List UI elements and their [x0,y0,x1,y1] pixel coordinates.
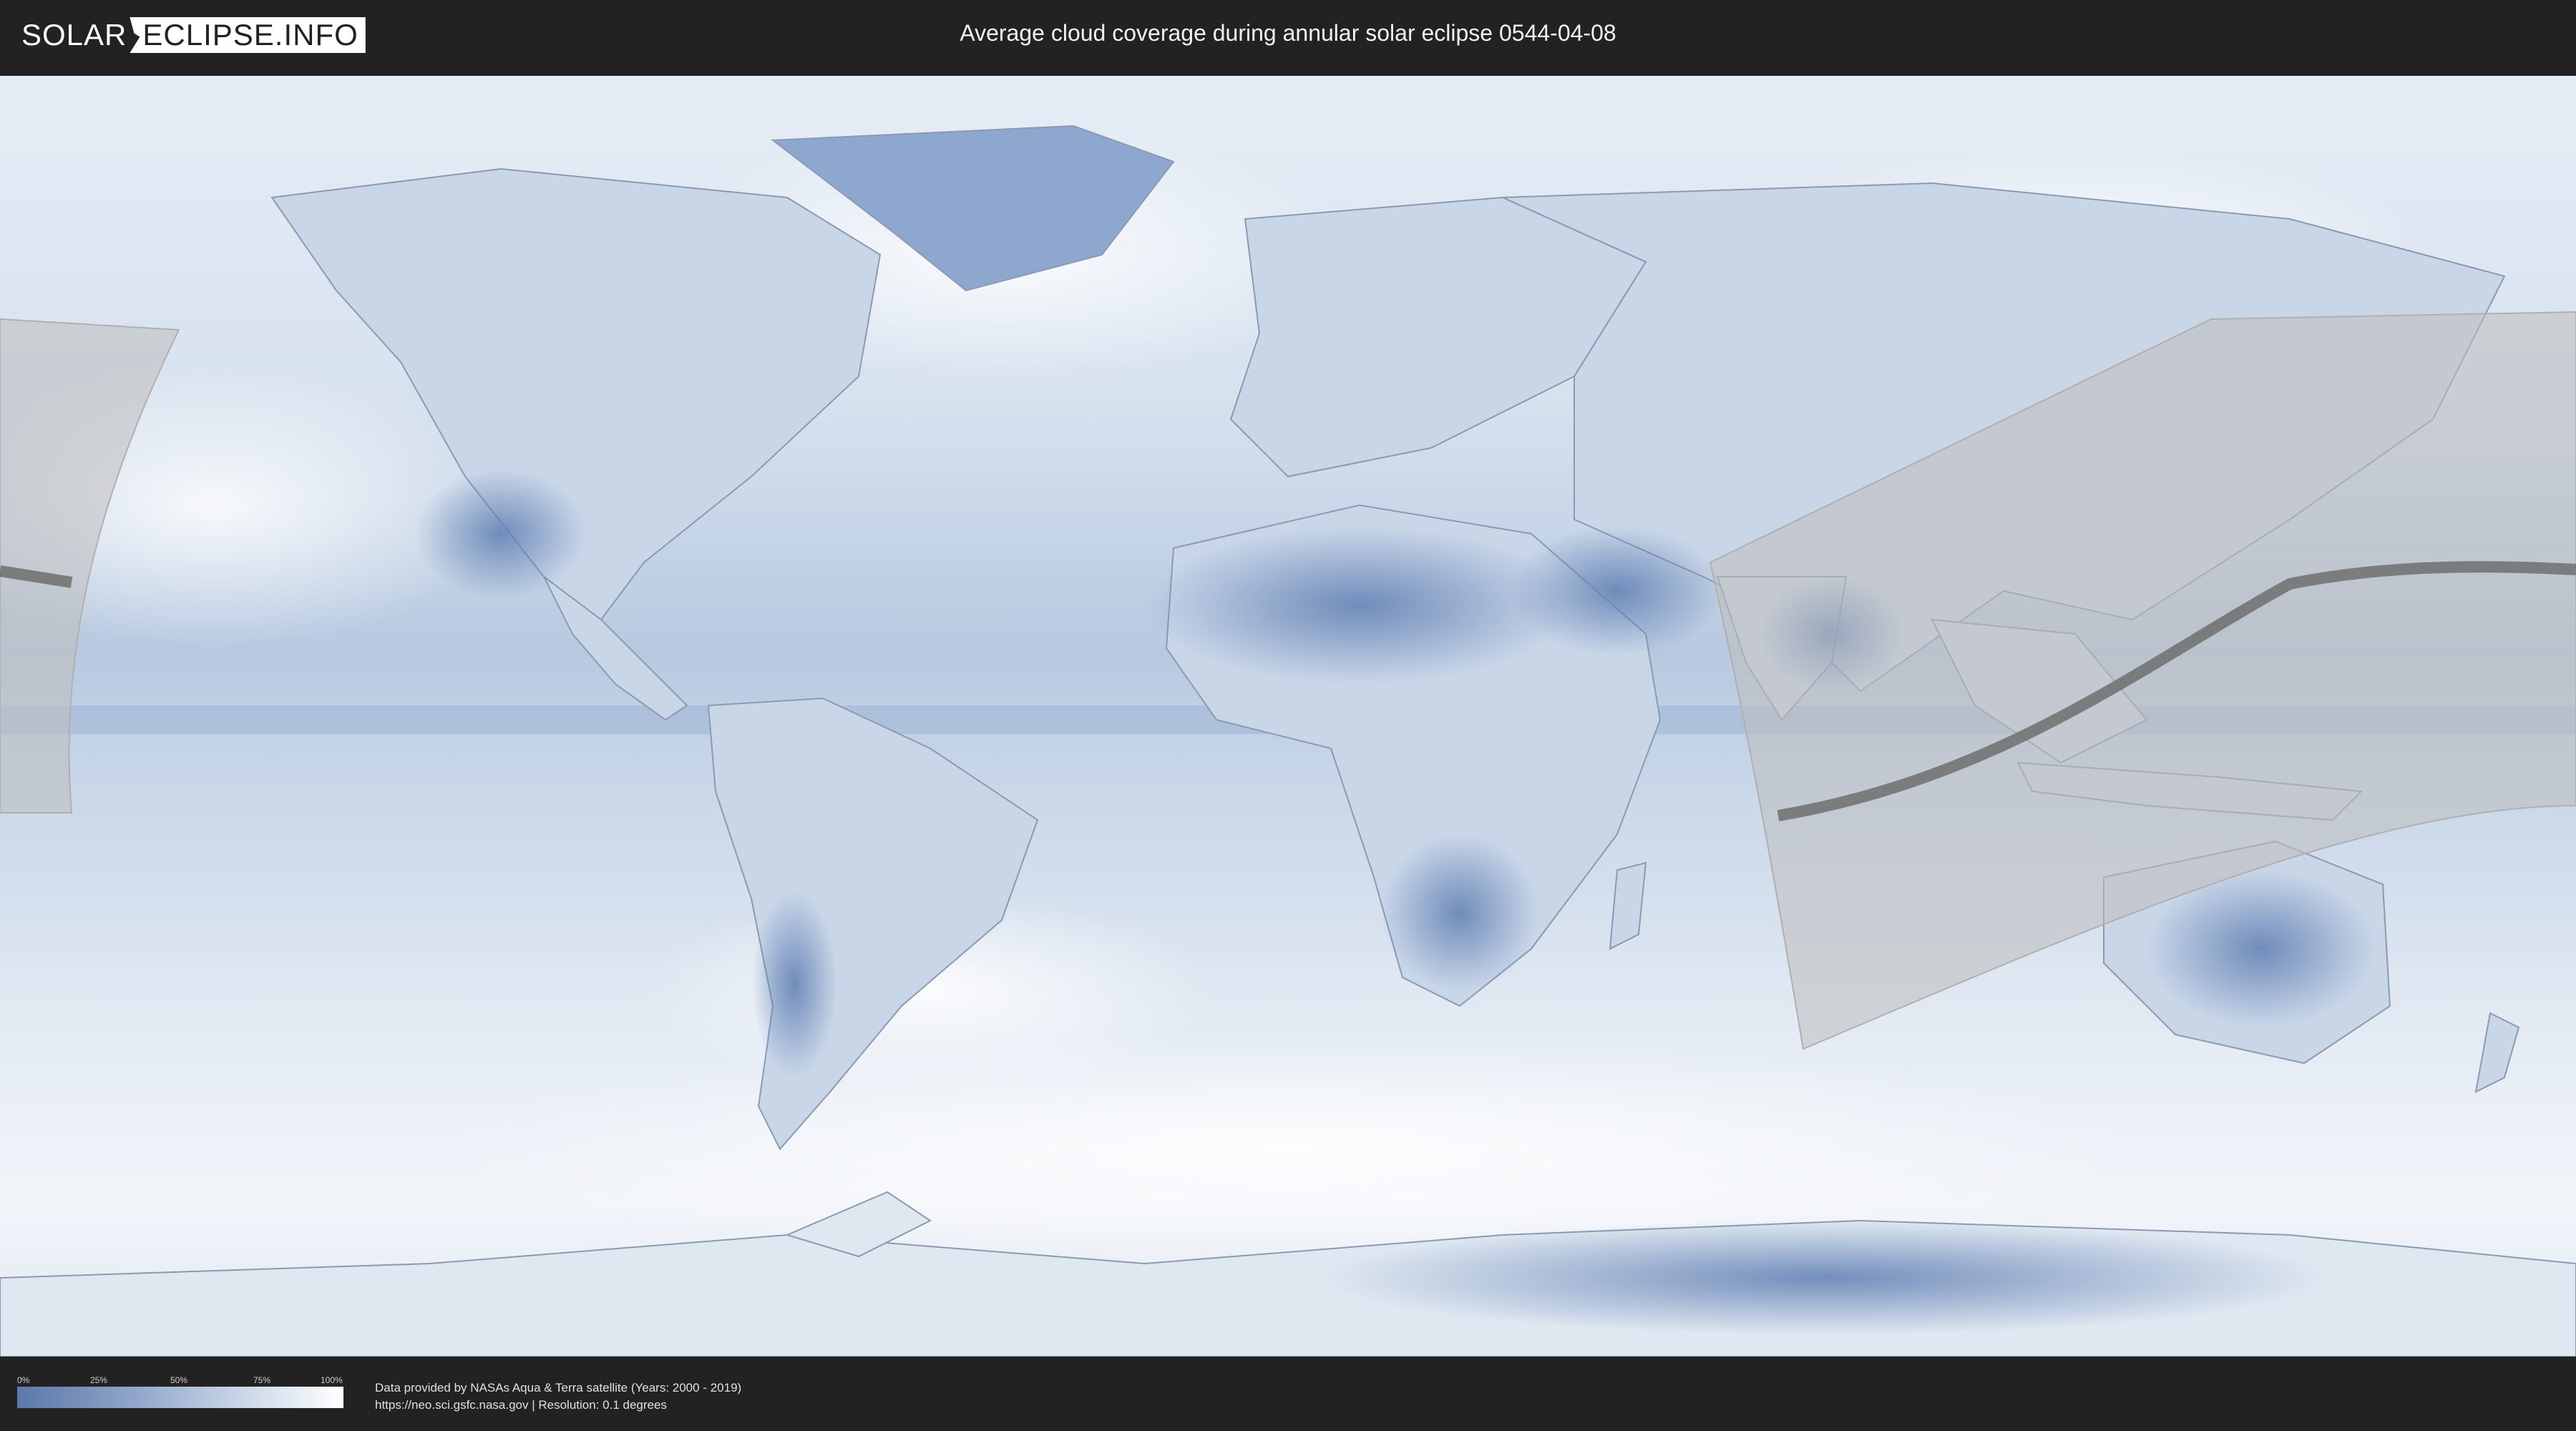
legend-tick-25: 25% [90,1375,108,1385]
credits-line-url[interactable]: https://neo.sci.gsfc.nasa.gov | Resoluti… [375,1397,741,1414]
header-bar: SOLAR ECLIPSE.INFO Average cloud coverag… [0,0,2576,70]
legend-tick-0: 0% [17,1375,30,1385]
legend-gradient-bar [17,1387,343,1408]
world-map-svg [0,76,2576,1357]
cloud-coverage-map [0,76,2576,1357]
legend-tick-100: 100% [321,1375,343,1385]
legend-tick-50: 50% [170,1375,188,1385]
legend-ticks: 0% 25% 50% 75% 100% [17,1375,343,1387]
data-credits: Data provided by NASAs Aqua & Terra sate… [375,1379,741,1414]
legend-tick-75: 75% [253,1375,271,1385]
cloud-coverage-legend: 0% 25% 50% 75% 100% [17,1375,343,1408]
map-title: Average cloud coverage during annular so… [960,20,1616,46]
credits-line-source: Data provided by NASAs Aqua & Terra sate… [375,1381,742,1395]
footer-bar: 0% 25% 50% 75% 100% Data provided by NAS… [0,1357,2576,1431]
